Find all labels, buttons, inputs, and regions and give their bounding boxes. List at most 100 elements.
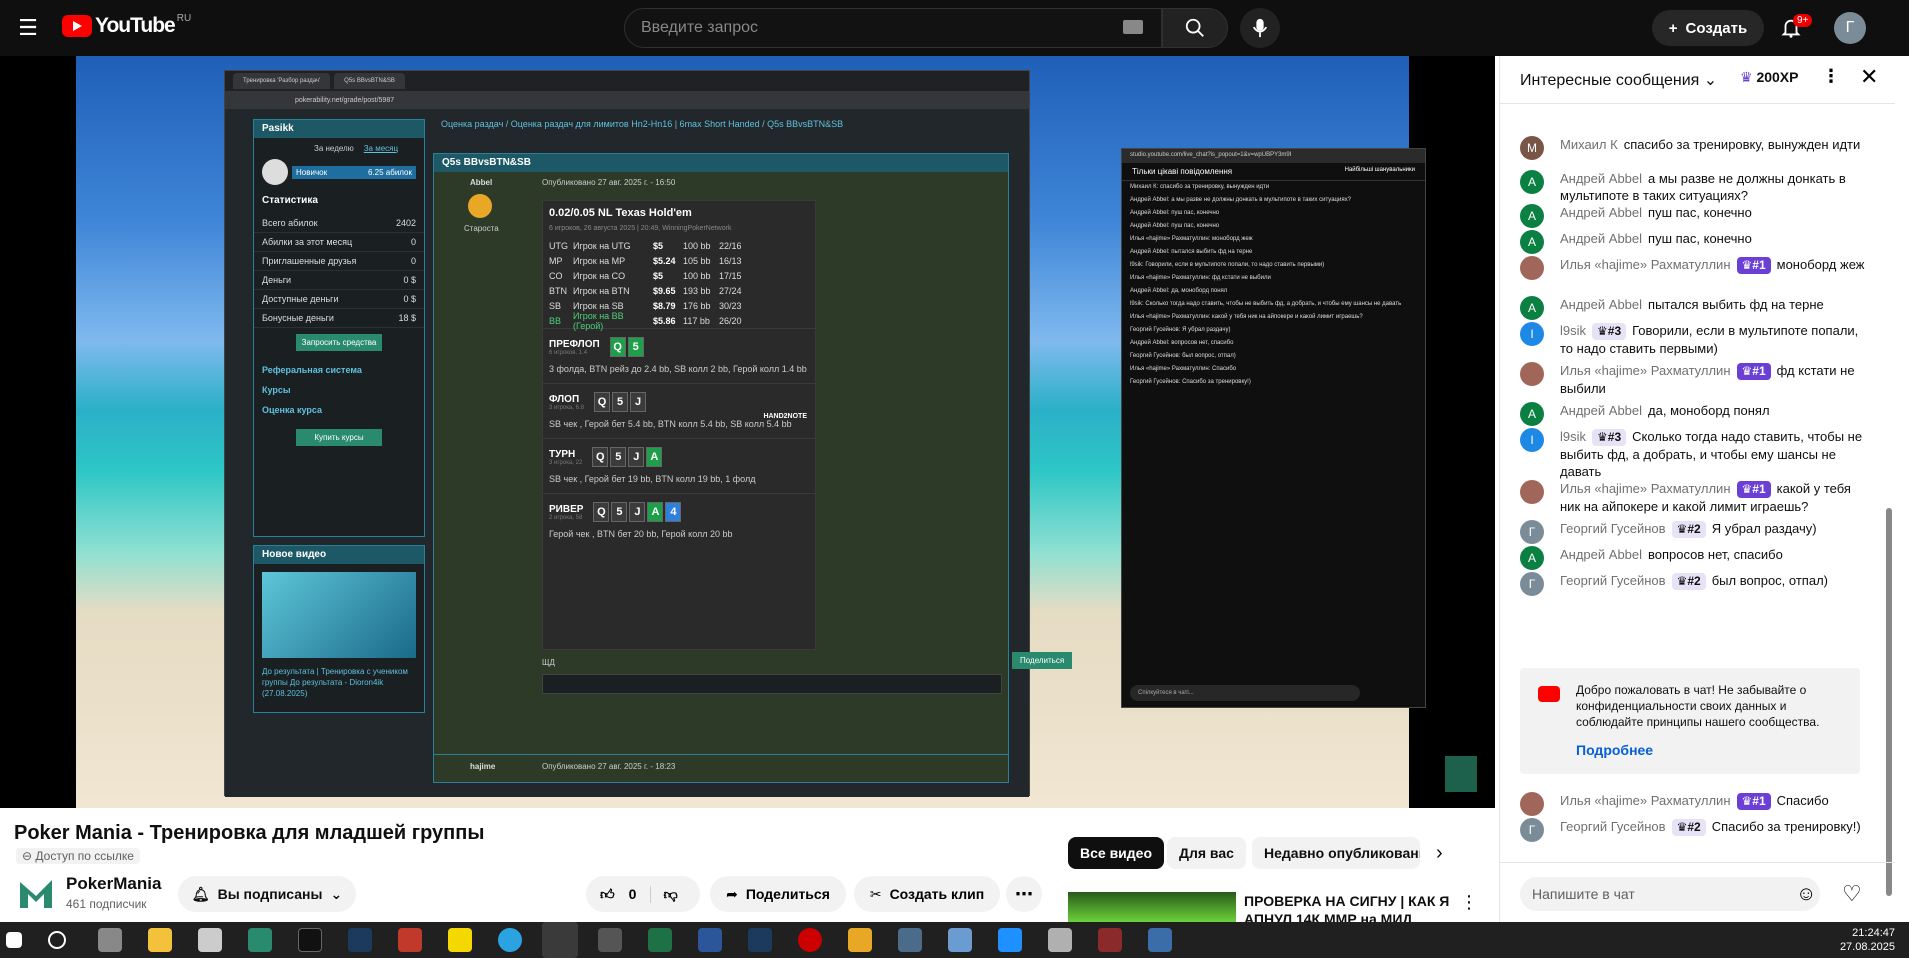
chat-author[interactable]: Илья «hajime» Рахматуллин [1560,793,1731,808]
calculator-icon[interactable] [198,928,222,952]
chip-all-videos[interactable]: Все видео [1068,837,1165,869]
stat-value: 0 $ [403,275,416,285]
browser-address-bar: pokerability.net/grade/post/5987 [225,91,1029,109]
app-icon[interactable] [948,928,972,952]
badge-rank: #3 [1607,430,1622,444]
recommended-menu-icon[interactable]: ⋮ [1460,892,1478,913]
app-icon[interactable] [598,928,622,952]
emoji-icon[interactable]: ☺ [1796,883,1816,906]
recommended-title[interactable]: ПРОВЕРКА НА СИГНУ | КАК Я АПНУЛ 14К ММР … [1244,892,1464,922]
chat-author[interactable]: Андрей Abbel [1560,231,1642,246]
opera-icon[interactable] [798,928,822,952]
player-stack: $9.65 [653,285,676,296]
chat-menu-icon[interactable]: ⋮ [1822,66,1840,87]
search-input[interactable] [641,19,1081,37]
voice-search-button[interactable] [1240,8,1280,48]
video-player[interactable]: Тренировка 'Разбор раздач' Q5s BBvsBTN&S… [0,56,1495,808]
chat-input[interactable] [1520,877,1820,911]
chat-author[interactable]: Михаил К [1560,137,1618,152]
steam-icon[interactable] [748,928,772,952]
badge-rank: #1 [1752,794,1766,808]
crown-icon: ♛ [1741,482,1753,496]
steam-icon[interactable] [348,928,372,952]
chat-text: вопросов нет, спасибо [1648,547,1783,562]
chat-author[interactable]: Георгий Гусейнов [1560,573,1666,588]
windows-start-icon[interactable] [6,932,22,948]
learn-more-link[interactable]: Подробнее [1576,742,1653,758]
player-name: Игрок на MP [573,255,626,266]
menu-icon[interactable]: ☰ [12,12,44,44]
chat-author[interactable]: Андрей Abbel [1560,297,1642,312]
channel-name[interactable]: PokerMania [66,874,161,894]
app-icon[interactable] [1098,928,1122,952]
more-actions-button[interactable]: ⋯ [1006,876,1042,912]
stat-row: Приглашенные друзья 0 [254,252,424,271]
chat-author[interactable]: Андрей Abbel [1560,205,1642,220]
share-button[interactable]: ➦ Поделиться [710,876,846,912]
excel-icon[interactable] [648,928,672,952]
chat-author[interactable]: Андрей Abbel [1560,403,1642,418]
thumb-down-icon[interactable]: 👎︎ [650,885,678,903]
popout-author: Георгий Гусейнов [1130,327,1179,333]
popout-author: Андрей Abbel [1130,249,1168,255]
yandex-icon[interactable] [448,928,472,952]
search-icon[interactable] [48,931,66,949]
chat-author[interactable]: Илья «hajime» Рахматуллин [1560,257,1731,272]
file-explorer-icon[interactable] [148,928,172,952]
popout-message: Михаил К: спасибо за тренировку, вынужде… [1130,184,1270,190]
chip-recent[interactable]: Недавно опубликованные [1252,837,1420,869]
channel-logo-icon[interactable] [16,874,56,914]
clip-button[interactable]: ✂ Создать клип [854,876,1000,912]
street-name: ФЛОП [549,393,580,405]
chat-scrollbar[interactable] [1886,508,1892,896]
app-icon[interactable] [1048,928,1072,952]
stat-value: 0 [410,256,416,266]
close-icon[interactable]: ✕ [1860,64,1878,90]
xp-badge[interactable]: ♛ 200XP [1740,69,1799,86]
chat-author[interactable]: Георгий Гусейнов [1560,819,1666,834]
app-icon[interactable] [398,928,422,952]
system-clock[interactable]: 21:24:47 27.08.2025 [1840,926,1895,954]
create-button[interactable]: + Создать [1652,10,1764,46]
search-button[interactable] [1162,8,1228,48]
subscribed-button[interactable]: 🔔︎ Вы подписаны ⌄ [178,876,356,912]
chevron-right-icon[interactable]: › [1436,842,1443,865]
app-icon[interactable] [1148,928,1172,952]
recommended-thumbnail[interactable] [1068,892,1236,922]
chat-avatar: А [1520,170,1544,194]
telegram-icon[interactable] [498,928,522,952]
app-icon[interactable] [998,928,1022,952]
chat-author[interactable]: Георгий Гусейнов [1560,521,1666,536]
keyboard-icon[interactable] [1123,20,1143,34]
stats-title: Статистика [262,195,318,206]
popout-message: Андрей Abbel: пытался выбить фд на терне [1130,249,1253,255]
account-avatar[interactable]: Г [1834,12,1866,44]
crown-icon: ♛ [1597,324,1608,338]
like-dislike-group[interactable]: 👍︎ 0 👎︎ [586,876,700,912]
word-icon[interactable] [698,928,722,952]
chat-text: пуш пас, конечно [1648,231,1752,246]
heart-icon[interactable]: ♡ [1842,881,1862,907]
chat-author[interactable]: Андрей Abbel [1560,171,1642,186]
youtube-logo[interactable]: YouTube RU [62,13,191,38]
street-name: ТУРН [549,448,576,460]
chat-author[interactable]: l9sik [1560,429,1586,444]
chrome-icon[interactable] [542,922,578,958]
withdraw-button: Запросить средства [296,334,382,351]
chip-for-you[interactable]: Для вас [1167,837,1246,869]
chat-mode-select[interactable]: Интересные сообщения ⌄ [1520,70,1717,90]
chat-author[interactable]: Андрей Abbel [1560,547,1642,562]
chat-author[interactable]: l9sik [1560,323,1586,338]
popout-input: Спілкуйтеся в чаті... [1130,685,1360,701]
app-icon[interactable] [298,928,322,952]
task-view-icon[interactable] [98,928,122,952]
app-icon[interactable] [898,928,922,952]
chat-avatar: А [1520,546,1544,570]
thumb-up-icon[interactable]: 👍︎ [600,886,615,903]
badge-rank: #2 [1687,574,1701,588]
hand2note-icon[interactable] [248,928,272,952]
app-icon[interactable] [848,928,872,952]
badge-rank: #1 [1752,482,1766,496]
chat-author[interactable]: Илья «hajime» Рахматуллин [1560,481,1731,496]
chat-author[interactable]: Илья «hajime» Рахматуллин [1560,363,1731,378]
